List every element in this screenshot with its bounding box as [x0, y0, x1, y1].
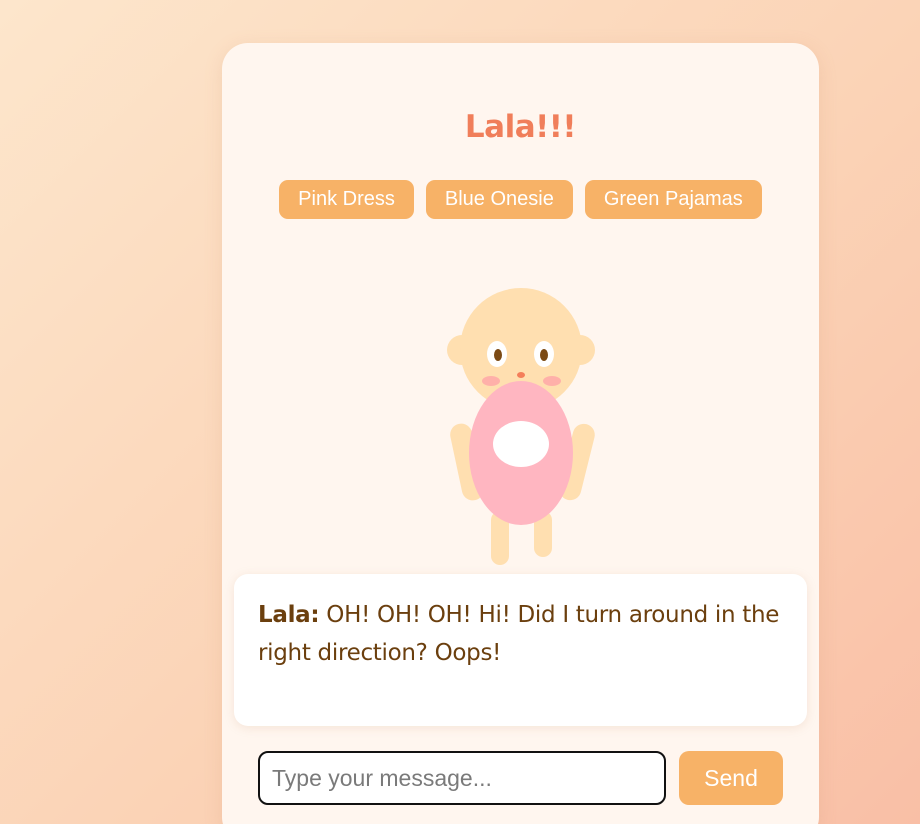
message-text: OH! OH! OH! Hi! Did I turn around in the… [258, 602, 780, 666]
chat-card: Lala!!! Pink Dress Blue Onesie Green Paj… [222, 43, 819, 824]
outfit-selector: Pink Dress Blue Onesie Green Pajamas [222, 180, 819, 219]
speaker-name: Lala: [258, 602, 320, 628]
baby-right-pupil [540, 349, 548, 361]
baby-right-cheek [543, 376, 561, 386]
pink-dress-button[interactable]: Pink Dress [279, 180, 414, 219]
message-input-row: Send [258, 751, 783, 805]
blue-onesie-button[interactable]: Blue Onesie [425, 180, 573, 219]
dialog-message: Lala: OH! OH! OH! Hi! Did I turn around … [258, 596, 788, 672]
send-button[interactable]: Send [679, 751, 783, 805]
page-title: Lala!!! [464, 109, 577, 145]
dialog-box: Lala: OH! OH! OH! Hi! Did I turn around … [234, 574, 807, 726]
green-pajamas-button[interactable]: Green Pajamas [584, 180, 762, 219]
message-input[interactable] [258, 751, 666, 805]
baby-left-cheek [482, 376, 500, 386]
baby-tummy [493, 421, 549, 467]
baby-nose [517, 372, 525, 378]
baby-left-pupil [494, 349, 502, 361]
baby-character-icon [447, 288, 595, 565]
